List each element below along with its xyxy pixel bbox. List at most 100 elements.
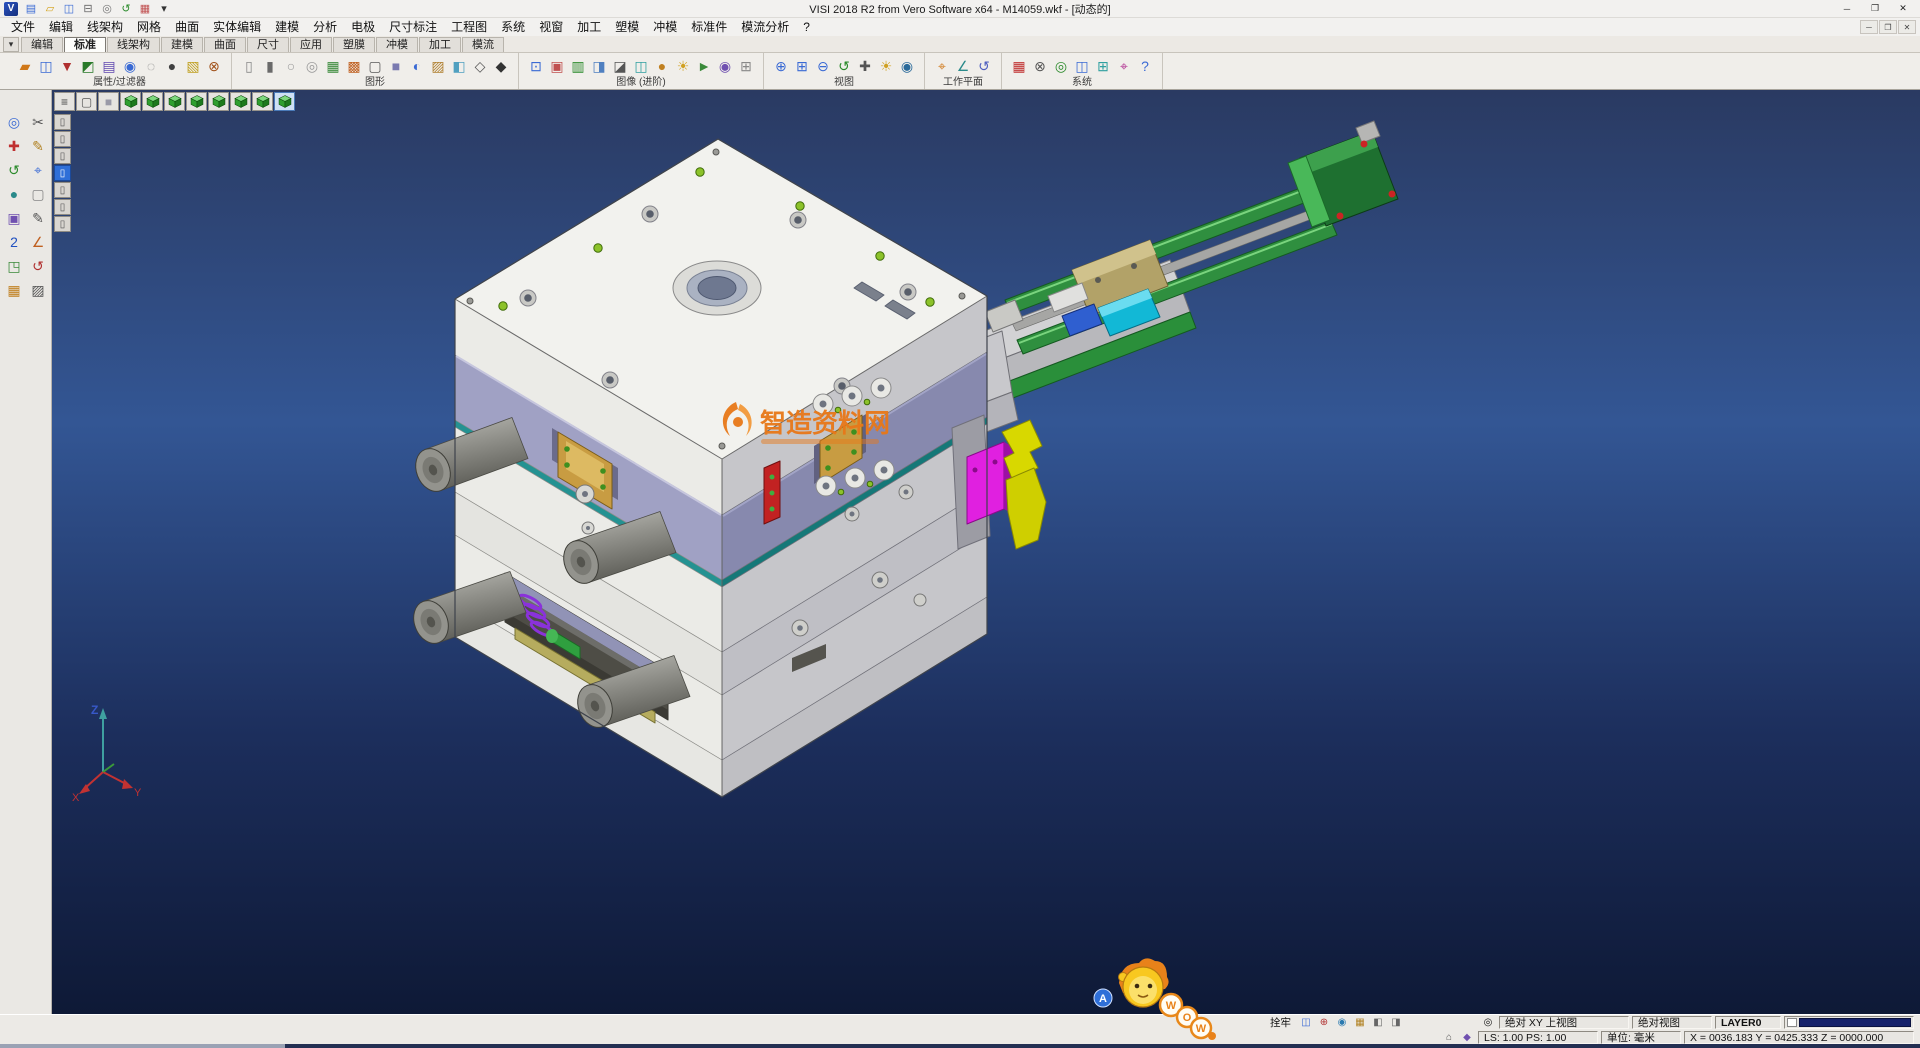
- open-file-icon[interactable]: ▱: [41, 1, 59, 17]
- rotate-icon[interactable]: ↺: [2, 158, 26, 182]
- stereo-view-icon[interactable]: ◉: [715, 55, 735, 77]
- restore-button[interactable]: ❐: [1862, 1, 1888, 16]
- new-document-icon[interactable]: ▤: [22, 1, 40, 17]
- cylinder-view-icon[interactable]: ○: [281, 55, 301, 77]
- status-info-icon[interactable]: ◉: [1334, 1016, 1350, 1029]
- filter-solids-button[interactable]: ▯: [54, 165, 71, 181]
- menu-help[interactable]: ?: [796, 18, 817, 36]
- menu-electrode[interactable]: 电极: [344, 18, 382, 36]
- workplane-align-icon[interactable]: ∠: [953, 55, 973, 77]
- light-spot-icon[interactable]: ☀: [673, 55, 693, 77]
- point-snap-icon[interactable]: ✚: [2, 134, 26, 158]
- tab-wireframe[interactable]: 线架构: [107, 37, 160, 52]
- tab-stamping[interactable]: 冲模: [376, 37, 418, 52]
- menu-modeling[interactable]: 建模: [268, 18, 306, 36]
- cylinder-shaded-icon[interactable]: ◎: [302, 55, 322, 77]
- menu-moldflow[interactable]: 模流分析: [734, 18, 796, 36]
- hatch-icon[interactable]: ▨: [26, 278, 50, 302]
- edges-icon[interactable]: ◇: [470, 55, 490, 77]
- workplane-new-icon[interactable]: ⌖: [932, 55, 952, 77]
- status-palette-icon[interactable]: ▦: [1352, 1016, 1368, 1029]
- status-snap-icon[interactable]: ⊕: [1316, 1016, 1332, 1029]
- menu-mesh[interactable]: 网格: [130, 18, 168, 36]
- top-view-icon[interactable]: [142, 92, 163, 111]
- unblank-elements-icon[interactable]: ●: [162, 55, 182, 77]
- mdi-minimize-button[interactable]: ─: [1860, 20, 1878, 34]
- menu-mold[interactable]: 塑模: [608, 18, 646, 36]
- filter-surfaces-button[interactable]: ▯: [54, 182, 71, 198]
- transparency-icon[interactable]: ◧: [449, 55, 469, 77]
- minimize-button[interactable]: ─: [1834, 1, 1860, 16]
- filter-points-button[interactable]: ▯: [54, 131, 71, 147]
- advanced-render-icon[interactable]: ⊡: [526, 55, 546, 77]
- menu-edit[interactable]: 编辑: [42, 18, 80, 36]
- tab-application[interactable]: 应用: [290, 37, 332, 52]
- workplane-rotate-icon[interactable]: ↺: [974, 55, 994, 77]
- tab-modeling[interactable]: 建模: [161, 37, 203, 52]
- tab-edit[interactable]: 编辑: [21, 37, 63, 52]
- tab-surface[interactable]: 曲面: [204, 37, 246, 52]
- background-icon[interactable]: ◨: [589, 55, 609, 77]
- target-icon[interactable]: ⌖: [26, 158, 50, 182]
- attribute-brush-icon[interactable]: ▰: [15, 55, 35, 77]
- visibility-filter-icon[interactable]: ◉: [120, 55, 140, 77]
- grid-color-icon[interactable]: ▩: [344, 55, 364, 77]
- lock-label[interactable]: 拴牢: [1266, 1015, 1295, 1030]
- scale-field[interactable]: LS: 1.00 PS: 1.00: [1478, 1031, 1598, 1044]
- customize-dropdown-icon[interactable]: ▾: [155, 1, 173, 17]
- status-zoom-icon[interactable]: ◎: [1480, 1016, 1496, 1029]
- menu-standard-parts[interactable]: 标准件: [684, 18, 734, 36]
- two-point-icon[interactable]: 2: [2, 230, 26, 254]
- menu-surface[interactable]: 曲面: [168, 18, 206, 36]
- box-wireframe-icon[interactable]: ▢: [365, 55, 385, 77]
- iso-view-icon[interactable]: [120, 92, 141, 111]
- stamp-icon[interactable]: ▣: [2, 206, 26, 230]
- menu-machining[interactable]: 加工: [570, 18, 608, 36]
- zoom-window-icon[interactable]: ⊞: [792, 55, 812, 77]
- shadow-icon[interactable]: ◪: [610, 55, 630, 77]
- save-file-icon[interactable]: ◫: [60, 1, 78, 17]
- sphere-icon[interactable]: ●: [2, 182, 26, 206]
- light-icon[interactable]: ☀: [876, 55, 896, 77]
- filter-drafting-button[interactable]: ▯: [54, 216, 71, 232]
- texture-icon[interactable]: ▨: [428, 55, 448, 77]
- palette-tool-icon[interactable]: ▦: [2, 278, 26, 302]
- wireframe-mode-icon[interactable]: ▢: [76, 92, 97, 111]
- zoom-fit-icon[interactable]: ⊕: [771, 55, 791, 77]
- selection-filter-icon[interactable]: ◩: [78, 55, 98, 77]
- copy-attributes-icon[interactable]: ◫: [36, 55, 56, 77]
- system-settings-icon[interactable]: ⊗: [1030, 55, 1050, 77]
- menu-drawing[interactable]: 工程图: [444, 18, 494, 36]
- tab-standard[interactable]: 标准: [64, 37, 106, 52]
- shaded-pin-icon[interactable]: ▮: [260, 55, 280, 77]
- zoom-select-icon[interactable]: ◎: [2, 110, 26, 134]
- box-icon[interactable]: ◳: [2, 254, 26, 278]
- wireframe-pin-icon[interactable]: ▯: [239, 55, 259, 77]
- animation-icon[interactable]: ►: [694, 55, 714, 77]
- close-button[interactable]: ✕: [1890, 1, 1916, 16]
- grid-settings-icon[interactable]: ⊞: [1093, 55, 1113, 77]
- filter-all-button[interactable]: ▯: [54, 114, 71, 130]
- erase-attributes-icon[interactable]: ⊗: [204, 55, 224, 77]
- right-view-icon[interactable]: [186, 92, 207, 111]
- filter-wireframe-button[interactable]: ▯: [54, 148, 71, 164]
- tab-dimension[interactable]: 尺寸: [247, 37, 289, 52]
- tab-moldflow[interactable]: 模流: [462, 37, 504, 52]
- status-ucs-icon[interactable]: ◆: [1459, 1031, 1475, 1044]
- front-view-icon[interactable]: [164, 92, 185, 111]
- left-view-icon[interactable]: [208, 92, 229, 111]
- menu-window[interactable]: 视窗: [532, 18, 570, 36]
- menu-dimension[interactable]: 尺寸标注: [382, 18, 444, 36]
- toolbar-dropdown-icon[interactable]: ▾: [3, 37, 19, 52]
- view-menu-icon[interactable]: ≡: [54, 92, 75, 111]
- snap-settings-icon[interactable]: ⌖: [1114, 55, 1134, 77]
- view-orientation-field[interactable]: 绝对 XY 上视图: [1499, 1016, 1629, 1029]
- tab-machining[interactable]: 加工: [419, 37, 461, 52]
- box-shaded-icon[interactable]: ■: [386, 55, 406, 77]
- status-box2-icon[interactable]: ◨: [1388, 1016, 1404, 1029]
- pan-view-icon[interactable]: ✚: [855, 55, 875, 77]
- filter-curves-button[interactable]: ▯: [54, 199, 71, 215]
- render-quality-icon[interactable]: ◐: [407, 55, 427, 77]
- menu-solid-edit[interactable]: 实体编辑: [206, 18, 268, 36]
- status-box1-icon[interactable]: ◧: [1370, 1016, 1386, 1029]
